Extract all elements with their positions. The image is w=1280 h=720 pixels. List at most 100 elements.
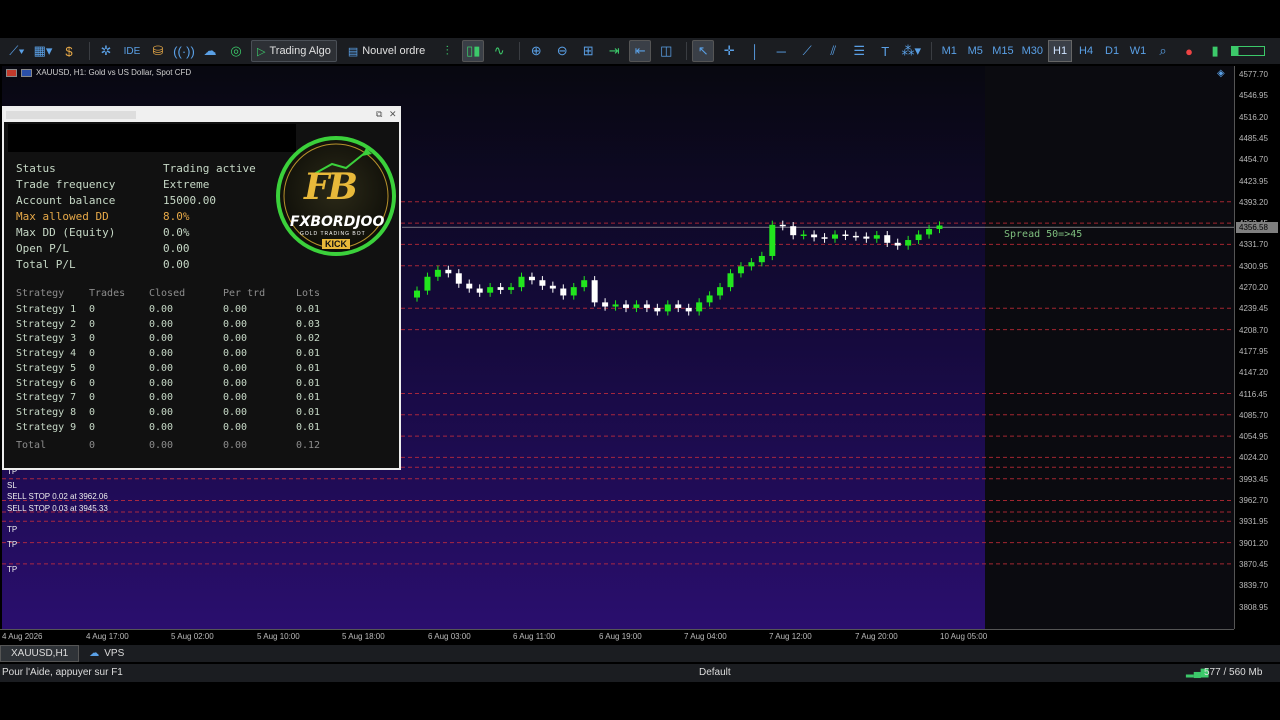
timeframe-m15-button[interactable]: M15 <box>989 40 1016 62</box>
panel-titlebar[interactable]: ⧉ ✕ <box>4 108 399 122</box>
shapes-icon[interactable]: ⁂▾ <box>900 40 922 62</box>
price-tick-label: 4577.70 <box>1239 70 1268 79</box>
timeframe-m30-button[interactable]: M30 <box>1019 40 1046 62</box>
status-label: Account balance <box>16 194 116 207</box>
timeframe-m5-button[interactable]: M5 <box>963 40 987 62</box>
status-value: 0.00 <box>163 258 190 271</box>
cloud-icon[interactable]: ☁ <box>199 40 221 62</box>
tab-xauusd-h1[interactable]: XAUUSD,H1 <box>0 645 80 662</box>
table-cell: Lots <box>296 288 321 299</box>
price-axis[interactable]: 4577.70 4546.95 4516.20 4485.45 4454.70 4423.… <box>1234 66 1280 629</box>
table-cell: 0.02 <box>296 333 321 345</box>
candle-body <box>539 280 546 286</box>
vps-icon[interactable]: ◎ <box>225 40 247 62</box>
search-icon[interactable]: ⌕ <box>1152 40 1174 62</box>
profile-text[interactable]: Default <box>699 667 731 678</box>
crosshair-icon[interactable]: ✛ <box>718 40 740 62</box>
channel-icon[interactable]: ⫽ <box>822 40 844 62</box>
table-cell: 0.00 <box>149 440 174 451</box>
status-row: Open P/L 0.00 <box>16 242 190 255</box>
panel-title-placeholder <box>6 111 136 119</box>
close-icon[interactable]: ✕ <box>389 109 397 120</box>
new-order-button[interactable]: ▤ Nouvel ordre <box>343 40 430 62</box>
timeframe-d1-button[interactable]: D1 <box>1100 40 1124 62</box>
vertical-line-icon[interactable]: │ <box>744 40 766 62</box>
time-axis[interactable]: 4 Aug 2026 4 Aug 17:00 5 Aug 02:00 5 Aug 10… <box>0 629 1234 645</box>
restore-icon[interactable]: ⧉ <box>376 109 382 120</box>
table-cell: 0.00 <box>223 392 248 404</box>
bar-chart-icon[interactable]: ⫶ <box>436 40 458 62</box>
screenshot-icon[interactable]: ◫ <box>655 40 677 62</box>
table-cell: Per trd <box>223 288 266 299</box>
tab-vps[interactable]: ☁ VPS <box>79 645 134 662</box>
candle-body <box>664 304 671 312</box>
timeframe-w1-button[interactable]: W1 <box>1126 40 1150 62</box>
trading-algo-label: Trading Algo <box>269 45 331 57</box>
fibonacci-icon[interactable]: ☰ <box>848 40 870 62</box>
zoom-in-icon[interactable]: ⊕ <box>525 40 547 62</box>
signal-strength-icon: ▮ <box>1211 43 1219 58</box>
status-label: Total P/L <box>16 258 76 271</box>
line-chart-icon[interactable]: ∿ <box>488 40 510 62</box>
price-tick-label: 4270.20 <box>1239 283 1268 292</box>
expert-icon[interactable]: ✲ <box>95 40 117 62</box>
candle-body <box>528 276 535 281</box>
price-tick-label: 3931.95 <box>1239 517 1268 527</box>
table-cell: 0.01 <box>296 362 321 374</box>
panel-header-strip <box>8 124 296 152</box>
candle-body <box>414 290 420 298</box>
ea-dashboard-panel[interactable]: ⧉ ✕ Status Trading active Trade frequency E… <box>2 106 401 470</box>
price-tick-label: 4024.20 <box>1239 453 1268 463</box>
spread-label: Spread 50=>45 <box>1004 229 1083 240</box>
flag-icon <box>21 68 32 77</box>
time-tick-label: 4 Aug 17:00 <box>86 632 129 641</box>
ide-button[interactable]: IDE <box>121 40 143 62</box>
time-tick-label: 10 Aug 05:00 <box>940 632 988 641</box>
table-cell: 0.01 <box>296 377 321 389</box>
timeframe-m1-button[interactable]: M1 <box>937 40 961 62</box>
candle-body <box>685 307 692 312</box>
chart-shift-icon[interactable]: ⇤ <box>629 40 652 62</box>
table-cell: 0.00 <box>223 406 248 418</box>
table-cell: 0 <box>89 377 96 389</box>
chart-symbol-title: XAUUSD, H1: Gold vs US Dollar, Spot CFD <box>36 68 192 77</box>
dollar-icon[interactable]: $ <box>58 40 80 62</box>
candlestick-icon[interactable]: ▯▮ <box>462 40 485 62</box>
table-cell: 0.00 <box>149 377 174 389</box>
market-icon[interactable]: ⛁ <box>147 40 169 62</box>
price-tick-label: 4454.70 <box>1239 155 1268 165</box>
timeframe-h1-button[interactable]: H1 <box>1048 40 1073 62</box>
table-cell: 0.00 <box>149 348 174 360</box>
notification-icon[interactable]: ● <box>1178 40 1200 62</box>
sell-stop-label[interactable]: SELL STOP 0.03 at 3945.33 <box>7 504 108 513</box>
cursor-icon[interactable]: ↖ <box>692 40 715 62</box>
memory-usage: 577 / 560 Mb <box>1204 667 1263 678</box>
trendline-icon[interactable]: ⟋ <box>796 40 818 62</box>
candle-body <box>811 234 818 238</box>
time-tick-label: 4 Aug 2026 <box>2 632 43 641</box>
table-cell: Strategy <box>16 288 65 299</box>
chart-settings-icon[interactable]: ◈ <box>1217 68 1225 79</box>
candle-body <box>633 304 640 308</box>
text-icon[interactable]: T <box>874 40 896 62</box>
time-tick-label: 6 Aug 03:00 <box>428 632 471 641</box>
price-tick-label: 4239.45 <box>1239 304 1268 314</box>
indicators-icon[interactable]: ▦▾ <box>32 40 54 62</box>
autoscroll-icon[interactable]: ⇥ <box>603 40 625 62</box>
sell-stop-label[interactable]: SELL STOP 0.02 at 3962.06 <box>7 492 108 501</box>
order-icon: ▤ <box>347 45 359 58</box>
price-tick-label: 4208.70 <box>1239 325 1268 335</box>
table-cell: Strategy 2 <box>16 318 77 330</box>
table-cell: 0.01 <box>296 348 321 360</box>
table-cell: Strategy 1 <box>16 304 77 315</box>
horizontal-line-icon[interactable]: ─ <box>770 40 792 62</box>
signals-icon[interactable]: ((·)) <box>173 40 195 62</box>
table-cell: 0.00 <box>223 333 248 345</box>
chart-type-icon[interactable]: ⟋▾ <box>6 40 28 62</box>
trading-algo-button[interactable]: ▷ Trading Algo <box>251 40 337 62</box>
grid-icon[interactable]: ⊞ <box>577 40 599 62</box>
zoom-out-icon[interactable]: ⊖ <box>551 40 573 62</box>
status-value: 8.0% <box>163 210 190 223</box>
timeframe-h4-button[interactable]: H4 <box>1074 40 1098 62</box>
candle-body <box>466 283 473 289</box>
